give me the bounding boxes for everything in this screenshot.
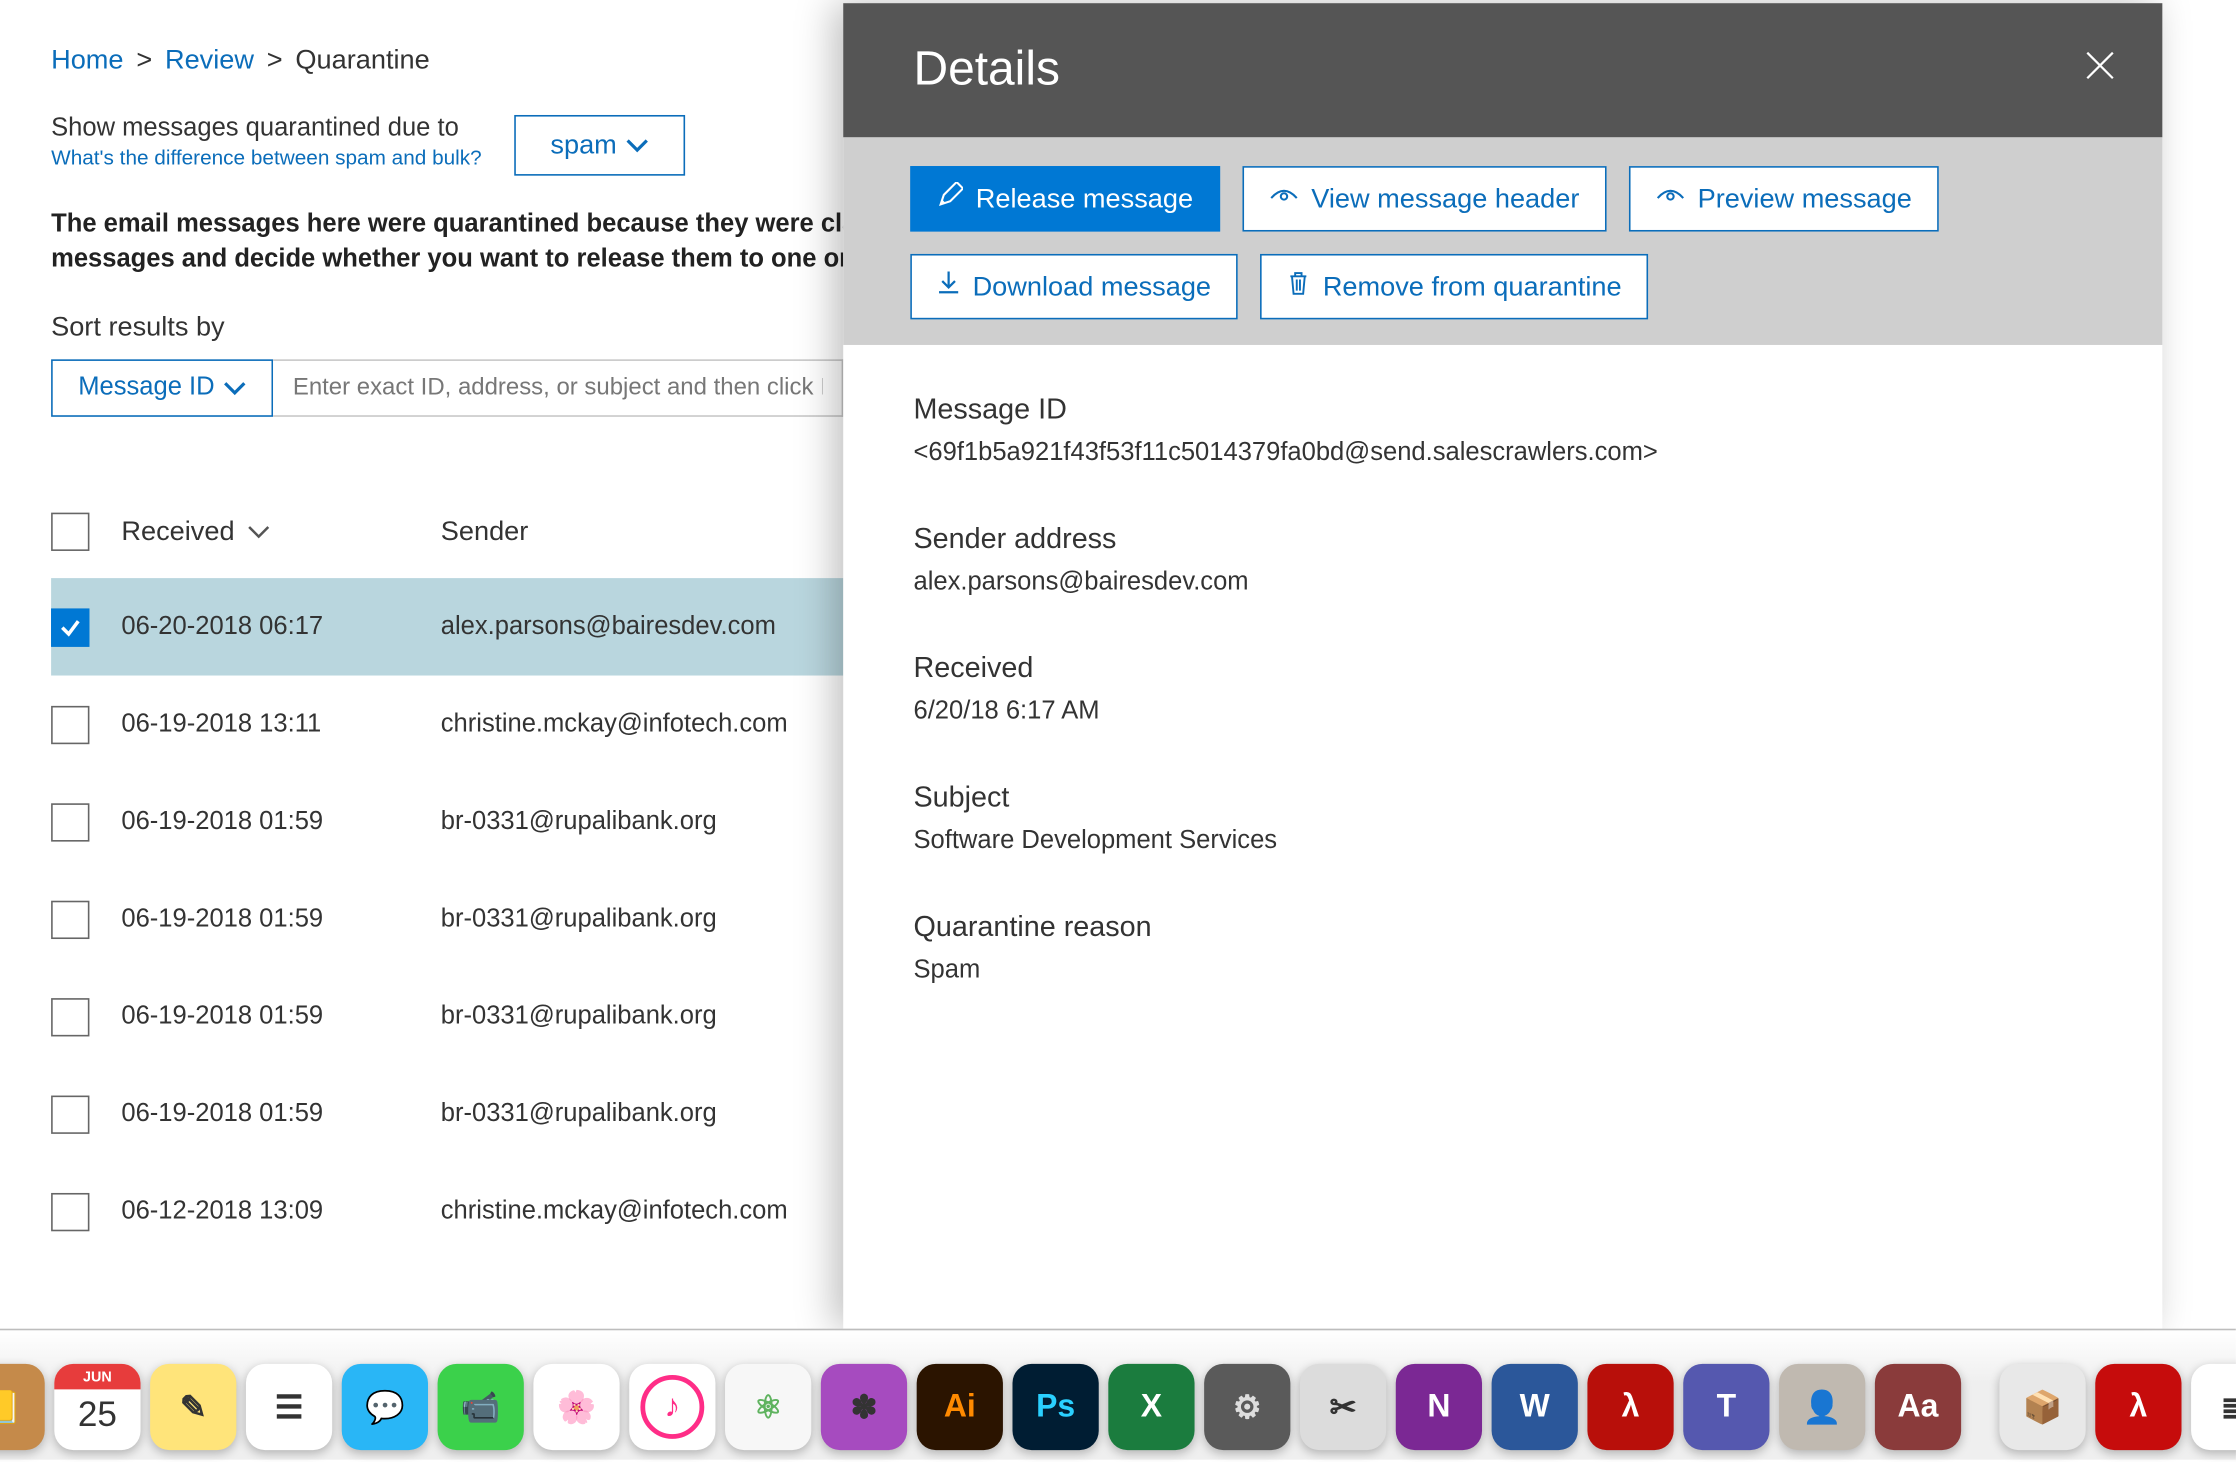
dock-acrobat-doc[interactable]: λ (2095, 1364, 2181, 1450)
sort-field-dropdown[interactable]: Message ID (51, 359, 274, 416)
breadcrumb-separator: > (267, 45, 283, 77)
details-panel: Details Release message View message hea… (843, 3, 2162, 1329)
sender-address-label: Sender address (913, 522, 2092, 556)
remove-from-quarantine-button[interactable]: Remove from quarantine (1261, 254, 1649, 319)
pencil-icon (937, 182, 963, 216)
dock-contacts[interactable]: 📒 (0, 1364, 45, 1450)
sort-field-value: Message ID (78, 373, 214, 402)
breadcrumb: Home > Review > Quarantine (51, 0, 843, 77)
dock-reminders[interactable]: ☰ (246, 1364, 332, 1450)
row-checkbox[interactable] (51, 998, 89, 1036)
release-message-button[interactable]: Release message (910, 166, 1220, 231)
quarantine-reason-value: Spam (913, 957, 2092, 986)
dock-facetime[interactable]: 📹 (438, 1364, 524, 1450)
table-row[interactable]: 06-12-2018 13:09christine.mckay@infotech… (51, 1162, 843, 1259)
chevron-down-icon (626, 137, 648, 153)
download-message-button[interactable]: Download message (910, 254, 1238, 319)
dock-avatar[interactable]: 👤 (1779, 1364, 1865, 1450)
quarantine-reason-label: Quarantine reason (913, 910, 2092, 944)
filter-label: Show messages quarantined due to (51, 115, 482, 144)
breadcrumb-review-link[interactable]: Review (165, 45, 254, 77)
row-checkbox[interactable] (51, 900, 89, 938)
dock-todo-doc[interactable]: ≣ (2191, 1364, 2236, 1450)
dock-excel[interactable]: X (1108, 1364, 1194, 1450)
panel-title: Details (913, 43, 1059, 97)
select-all-checkbox[interactable] (51, 512, 89, 550)
message-id-label: Message ID (913, 393, 2092, 427)
table-row[interactable]: 06-19-2018 13:11christine.mckay@infotech… (51, 675, 843, 772)
panel-action-bar: Release message View message header Prev… (843, 137, 2162, 345)
eye-icon (1270, 183, 1299, 215)
received-value: 6/20/18 6:17 AM (913, 698, 2092, 727)
column-header-sender[interactable]: Sender (441, 515, 843, 547)
table-header-row: Received Sender (51, 496, 843, 577)
table-row[interactable]: 06-19-2018 01:59br-0331@rupalibank.org (51, 870, 843, 967)
row-checkbox[interactable] (51, 1193, 89, 1231)
macos-dock: 😀📒JUN25✎☰💬📹🌸♪⚛✽AiPsX⚙✂NWλT👤Aa 📦λ≣🗑 (0, 1329, 2236, 1460)
dock-itunes[interactable]: ♪ (629, 1364, 715, 1450)
column-header-received[interactable]: Received (121, 515, 440, 547)
cell-sender: br-0331@rupalibank.org (441, 808, 843, 837)
dock-onenote[interactable]: N (1396, 1364, 1482, 1450)
dock-word[interactable]: W (1492, 1364, 1578, 1450)
breadcrumb-current: Quarantine (295, 45, 429, 77)
subject-value: Software Development Services (913, 827, 2092, 856)
row-checkbox[interactable] (51, 706, 89, 744)
row-checkbox[interactable] (51, 803, 89, 841)
breadcrumb-separator: > (136, 45, 152, 77)
dock-notes[interactable]: ✎ (150, 1364, 236, 1450)
dock-dictionary[interactable]: Aa (1875, 1364, 1961, 1450)
dock-photoshop[interactable]: Ps (1012, 1364, 1098, 1450)
cell-received: 06-19-2018 01:59 (121, 1003, 440, 1032)
cell-sender: alex.parsons@bairesdev.com (441, 613, 843, 642)
message-id-value: <69f1b5a921f43f53f11c5014379fa0bd@send.s… (913, 439, 2092, 468)
search-input[interactable] (274, 359, 844, 416)
cell-received: 06-19-2018 01:59 (121, 808, 440, 837)
dock-calendar[interactable]: JUN25 (54, 1364, 140, 1450)
cell-sender: br-0331@rupalibank.org (441, 1100, 843, 1129)
dock-illustrator[interactable]: Ai (917, 1364, 1003, 1450)
dock-flower-app[interactable]: ✽ (821, 1364, 907, 1450)
breadcrumb-home-link[interactable]: Home (51, 45, 123, 77)
filter-value: spam (550, 129, 616, 161)
sort-label: Sort results by (51, 311, 843, 343)
quarantine-description: The email messages here were quarantined… (51, 208, 843, 280)
download-icon (937, 270, 959, 304)
row-checkbox[interactable] (51, 1095, 89, 1133)
preview-message-button[interactable]: Preview message (1629, 166, 1939, 231)
row-checkbox[interactable] (51, 608, 89, 646)
cell-sender: christine.mckay@infotech.com (441, 710, 843, 739)
table-row[interactable]: 06-19-2018 01:59br-0331@rupalibank.org (51, 967, 843, 1064)
dock-messages[interactable]: 💬 (342, 1364, 428, 1450)
sort-desc-icon (247, 515, 269, 547)
cell-received: 06-19-2018 13:11 (121, 710, 440, 739)
received-label: Received (913, 652, 2092, 686)
dock-utilities[interactable]: ✂ (1300, 1364, 1386, 1450)
trash-icon (1288, 270, 1310, 304)
dock-teams[interactable]: T (1683, 1364, 1769, 1450)
subject-label: Subject (913, 781, 2092, 815)
dock-atom[interactable]: ⚛ (725, 1364, 811, 1450)
filter-help-link[interactable]: What's the difference between spam and b… (51, 145, 482, 169)
cell-received: 06-20-2018 06:17 (121, 613, 440, 642)
eye-icon (1656, 183, 1685, 215)
dock-downloads[interactable]: 📦 (1999, 1364, 2085, 1450)
cell-sender: br-0331@rupalibank.org (441, 905, 843, 934)
dock-preferences[interactable]: ⚙ (1204, 1364, 1290, 1450)
sender-address-value: alex.parsons@bairesdev.com (913, 569, 2092, 598)
table-row[interactable]: 06-19-2018 01:59br-0331@rupalibank.org (51, 773, 843, 870)
chevron-down-icon (224, 380, 246, 396)
table-row[interactable]: 06-20-2018 06:17alex.parsons@bairesdev.c… (51, 578, 843, 675)
cell-received: 06-19-2018 01:59 (121, 905, 440, 934)
cell-sender: christine.mckay@infotech.com (441, 1197, 843, 1226)
cell-sender: br-0331@rupalibank.org (441, 1003, 843, 1032)
cell-received: 06-12-2018 13:09 (121, 1197, 440, 1226)
view-header-button[interactable]: View message header (1243, 166, 1607, 231)
table-row[interactable]: 06-19-2018 01:59br-0331@rupalibank.org (51, 1065, 843, 1162)
cell-received: 06-19-2018 01:59 (121, 1100, 440, 1129)
close-button[interactable] (2082, 47, 2117, 93)
dock-acrobat[interactable]: λ (1587, 1364, 1673, 1450)
filter-dropdown[interactable]: spam (514, 115, 686, 176)
dock-photos[interactable]: 🌸 (533, 1364, 619, 1450)
